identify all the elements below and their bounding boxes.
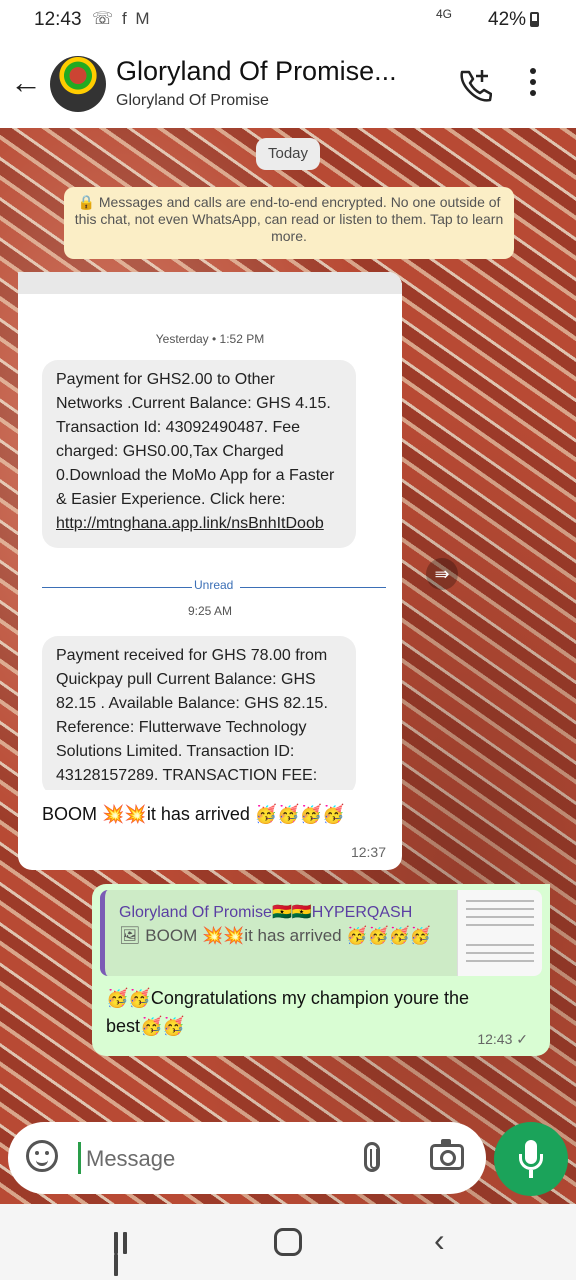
notification-icons: ☏ f M — [92, 9, 152, 28]
unread-divider-left — [42, 587, 192, 588]
quoted-text: 🖼 BOOM 💥💥it has arrived 🥳🥳🥳🥳 — [119, 926, 432, 945]
date-chip: Today — [256, 138, 320, 170]
sms-date-label: Yesterday • 1:52 PM — [155, 332, 265, 346]
status-bar: 12:43 ☏ f M 4G 42% — [0, 0, 576, 40]
message-composer — [8, 1122, 486, 1194]
emoji-icon[interactable] — [26, 1140, 58, 1172]
microphone-base — [529, 1170, 533, 1178]
message-screenshot-image[interactable]: Yesterday • 1:52 PM Payment for GHS2.00 … — [18, 272, 402, 790]
system-navigation-bar: ‹ — [0, 1204, 576, 1280]
outgoing-message-bubble[interactable]: Gloryland Of Promise🇬🇭🇬🇭HYPERQASH 🖼 BOOM… — [92, 884, 550, 1056]
microphone-stem — [519, 1154, 543, 1170]
battery-percent: 42% — [488, 9, 527, 30]
chat-header: ← Gloryland Of Promise... Gloryland Of P… — [0, 40, 576, 128]
quoted-image-thumbnail — [457, 890, 542, 976]
message-time: 12:43 — [477, 1031, 513, 1047]
cropped-edge — [18, 272, 402, 294]
sms-text: Payment for GHS2.00 to Other Networks .C… — [56, 371, 335, 508]
more-options-icon[interactable] — [530, 68, 538, 101]
paperclip-icon[interactable] — [364, 1142, 380, 1172]
camera-icon[interactable] — [430, 1139, 464, 1170]
voice-message-button[interactable] — [494, 1122, 568, 1196]
chat-subtitle[interactable]: Gloryland Of Promise — [116, 92, 269, 110]
home-icon[interactable] — [274, 1228, 302, 1256]
avatar[interactable] — [50, 56, 106, 112]
battery-icon — [530, 12, 539, 27]
chat-title[interactable]: Gloryland Of Promise... — [116, 56, 397, 87]
status-time: 12:43 — [34, 9, 82, 30]
forward-icon[interactable]: ⇛ — [426, 558, 458, 590]
back-arrow-icon[interactable]: ← — [10, 64, 42, 101]
sms-time-label: 9:25 AM — [187, 604, 233, 618]
sms-bubble: Payment for GHS2.00 to Other Networks .C… — [42, 360, 356, 548]
sms-bubble: Payment received for GHS 78.00 from Quic… — [42, 636, 356, 790]
message-text: BOOM 💥💥it has arrived 🥳🥳🥳🥳 — [42, 804, 345, 824]
quoted-sender: Gloryland Of Promise🇬🇭🇬🇭HYPERQASH — [119, 904, 413, 921]
message-meta: 12:43 ✓ — [477, 1031, 528, 1048]
incoming-message-bubble[interactable]: Yesterday • 1:52 PM Payment for GHS2.00 … — [18, 272, 402, 870]
unread-divider-right — [240, 587, 386, 588]
network-indicator: 4G — [436, 7, 453, 21]
sms-link: http://mtnghana.app.link/nsBnhItDoob — [56, 515, 324, 532]
add-call-icon[interactable] — [456, 66, 492, 102]
message-text: 🥳🥳Congratulations my champion youre the … — [106, 988, 469, 1036]
recent-apps-icon[interactable] — [114, 1232, 140, 1276]
unread-label: Unread — [194, 578, 234, 592]
message-input[interactable] — [84, 1140, 338, 1178]
message-time: 12:37 — [350, 844, 386, 860]
quoted-message[interactable]: Gloryland Of Promise🇬🇭🇬🇭HYPERQASH 🖼 BOOM… — [100, 890, 542, 976]
text-cursor — [78, 1142, 81, 1174]
encryption-notice[interactable]: 🔒 Messages and calls are end-to-end encr… — [64, 187, 514, 259]
read-status-icon: ✓ — [516, 1031, 528, 1047]
back-icon[interactable]: ‹ — [434, 1222, 445, 1259]
